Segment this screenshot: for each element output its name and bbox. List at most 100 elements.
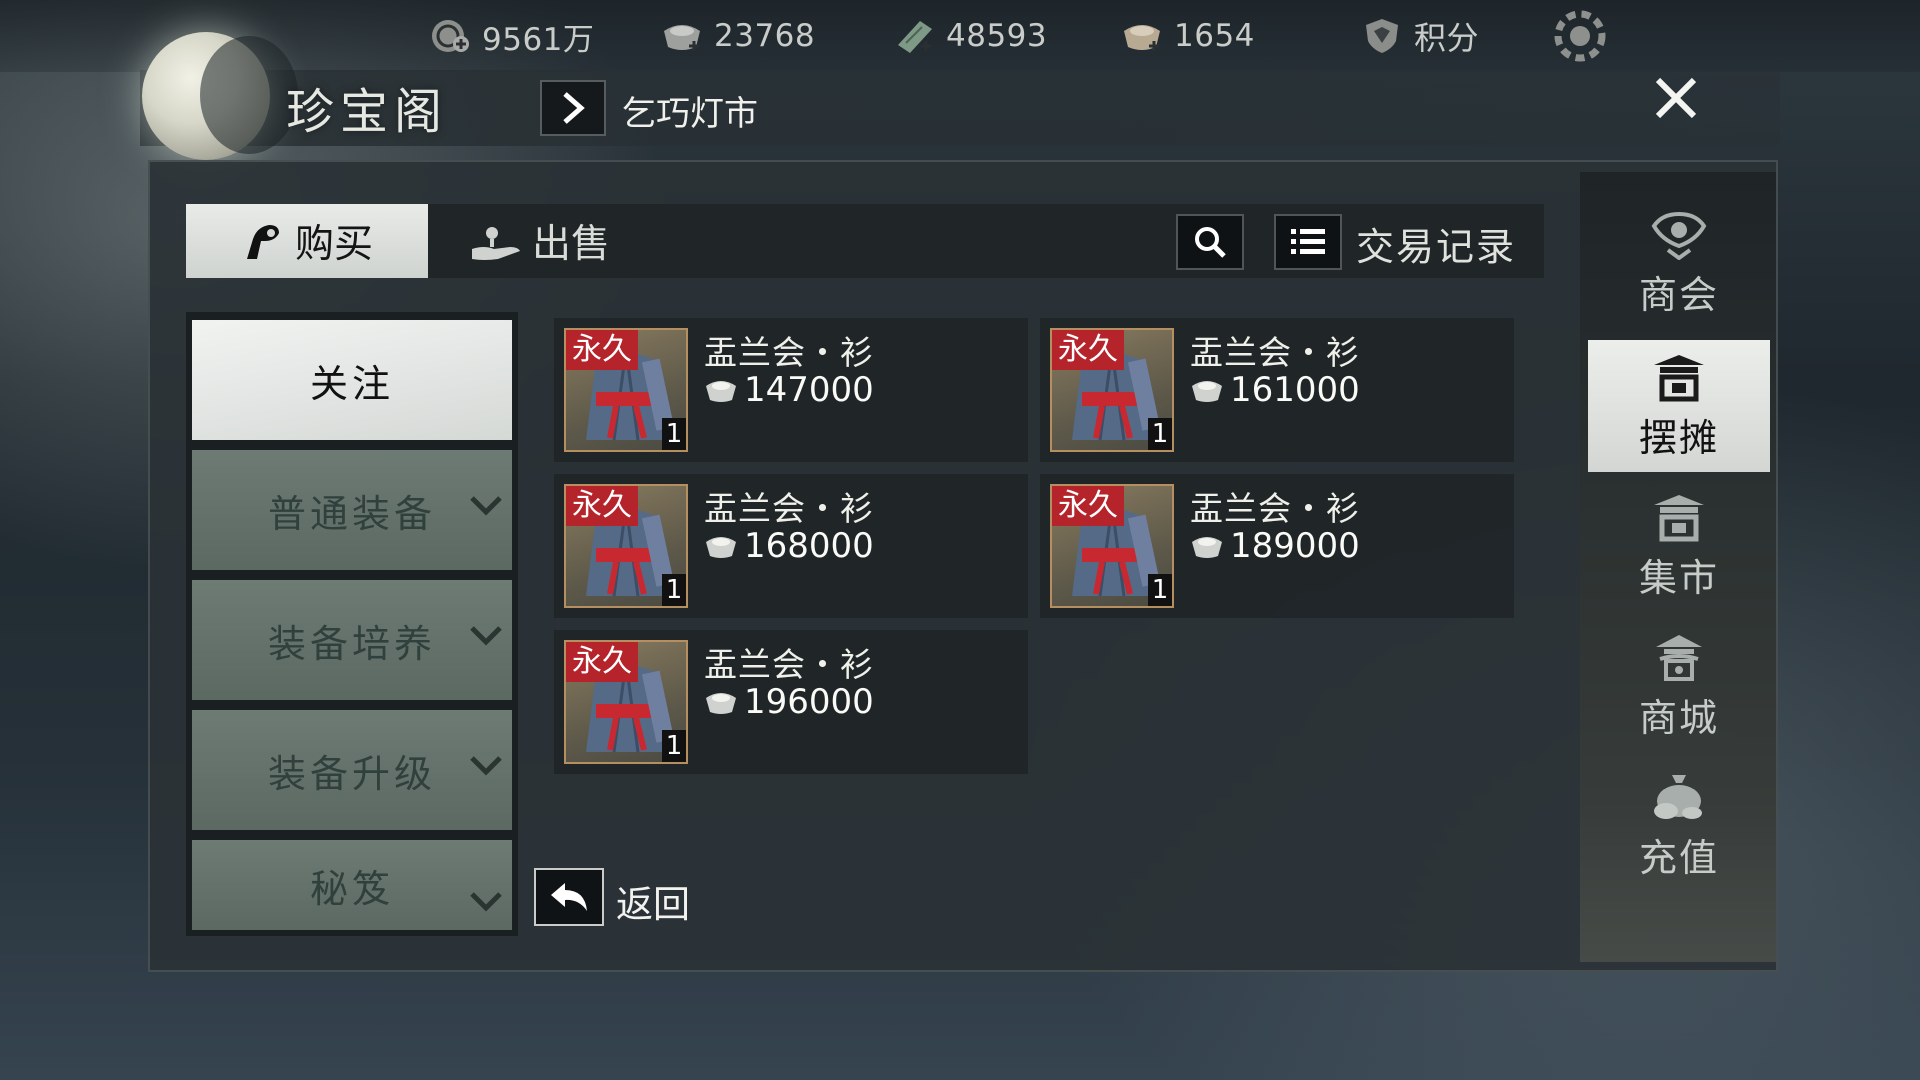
item-price-value: 189000 [1230,526,1360,566]
item-price-value: 161000 [1230,370,1360,410]
guild-emblem-icon [1651,211,1707,260]
item-price-value: 168000 [744,526,874,566]
permanent-badge: 永久 [566,330,638,370]
item-quantity: 1 [1148,418,1172,450]
silver-ingot-icon [706,693,736,714]
tab-buy[interactable]: 购买 [186,204,428,278]
breadcrumb-expand-button[interactable] [540,80,606,136]
currency-silver[interactable]: 23768 [660,14,815,58]
close-button[interactable] [1640,62,1712,134]
item-quantity: 1 [662,418,686,450]
coin-plus-icon [428,17,472,55]
jade-ticket-icon [892,17,936,55]
gear-icon [1550,8,1610,64]
back-label[interactable]: 返回 [616,874,690,928]
item-thumbnail: 永久 1 [1050,328,1174,452]
tab-sell-label: 出售 [532,222,611,267]
permanent-badge: 永久 [1052,330,1124,370]
silver-ingot-icon [706,537,736,558]
breadcrumb[interactable]: 乞巧灯市 [622,86,758,135]
item-price-value: 196000 [744,682,874,722]
item-thumbnail: 永久 1 [564,484,688,608]
item-card[interactable]: 永久 1 盂兰会・衫 189000 [1040,474,1514,618]
trade-records-label[interactable]: 交易记录 [1356,216,1516,271]
nav-market-label: 集市 [1638,555,1719,600]
moon-shadow [200,36,298,154]
silver-ingot-icon [706,381,736,402]
item-price: 147000 [704,370,874,410]
stall-icon [1654,354,1704,401]
item-card[interactable]: 永久 1 盂兰会・衫 168000 [554,474,1028,618]
money-bag-icon [1654,774,1702,819]
nav-shop-label: 商城 [1638,695,1719,740]
chevron-down-icon [470,756,502,776]
search-button[interactable] [1176,214,1244,270]
category-label: 秘笈 [309,866,394,911]
silver-ingot-icon [1192,381,1222,402]
nav-guild-label: 商会 [1638,272,1719,317]
buy-hand-icon [246,225,279,259]
permanent-badge: 永久 [566,486,638,526]
item-price: 196000 [704,682,874,722]
category-label: 关注 [309,361,394,406]
nav-shop[interactable]: 商城 [1588,620,1770,752]
currency-ingot-value: 1654 [1174,18,1255,54]
item-card[interactable]: 永久 1 盂兰会・衫 196000 [554,630,1028,774]
shield-points-icon [1360,17,1404,55]
category-label: 装备升级 [267,751,436,796]
currency-coins-value: 9561万 [482,21,595,58]
item-thumbnail: 永久 1 [1050,484,1174,608]
sell-hand-icon [472,227,520,260]
item-price: 189000 [1190,526,1360,566]
tab-sell[interactable]: 出售 [470,204,610,278]
currency-points[interactable]: 积分 [1360,14,1479,58]
chevron-down-icon [470,892,502,912]
item-card[interactable]: 永久 1 盂兰会・衫 147000 [554,318,1028,462]
permanent-badge: 永久 [566,642,638,682]
currency-jade[interactable]: 48593 [892,14,1047,58]
category-manuals[interactable]: 秘笈 [192,840,512,930]
item-thumbnail: 永久 1 [564,640,688,764]
nav-recharge-label: 充值 [1638,835,1719,880]
shop-pavilion-icon [1656,634,1702,681]
nav-recharge[interactable]: 充值 [1588,760,1770,892]
chevron-right-icon [563,92,585,124]
item-name: 盂兰会・衫 [1190,333,1360,372]
item-price: 161000 [1190,370,1360,410]
silver-ingot-icon [1192,537,1222,558]
category-equipment-upgrade[interactable]: 装备升级 [192,710,512,830]
category-label: 普通装备 [267,491,436,536]
nav-stall-label: 摆摊 [1638,415,1719,460]
tab-buy-label: 购买 [294,222,373,267]
item-name: 盂兰会・衫 [1190,489,1360,528]
nav-stall[interactable]: 摆摊 [1588,340,1770,472]
category-label: 装备培养 [267,621,436,666]
item-quantity: 1 [1148,574,1172,606]
currency-coins[interactable]: 9561万 [428,14,594,58]
item-quantity: 1 [662,730,686,762]
item-quantity: 1 [662,574,686,606]
category-common-equipment[interactable]: 普通装备 [192,450,512,570]
currency-ingot[interactable]: 1654 [1120,14,1255,58]
item-price-value: 147000 [744,370,874,410]
back-button[interactable] [534,868,604,926]
item-card[interactable]: 永久 1 盂兰会・衫 161000 [1040,318,1514,462]
currency-jade-value: 48593 [946,18,1048,54]
list-icon [1291,229,1325,254]
currency-silver-value: 23768 [714,18,816,54]
page-title: 珍宝阁 [286,84,449,140]
chevron-down-icon [470,626,502,646]
silver-ingot-icon [660,17,704,55]
chevron-down-icon [470,496,502,516]
permanent-badge: 永久 [1052,486,1124,526]
item-thumbnail: 永久 1 [564,328,688,452]
ingot-plus-icon [1120,17,1164,55]
currency-points-label: 积分 [1414,19,1480,57]
settings-gear[interactable] [1550,10,1610,62]
nav-guild[interactable]: 商会 [1588,198,1770,330]
market-icon [1654,494,1704,541]
nav-market[interactable]: 集市 [1588,480,1770,612]
category-follow[interactable]: 关注 [192,320,512,440]
category-equipment-training[interactable]: 装备培养 [192,580,512,700]
trade-records-button[interactable] [1274,214,1342,270]
